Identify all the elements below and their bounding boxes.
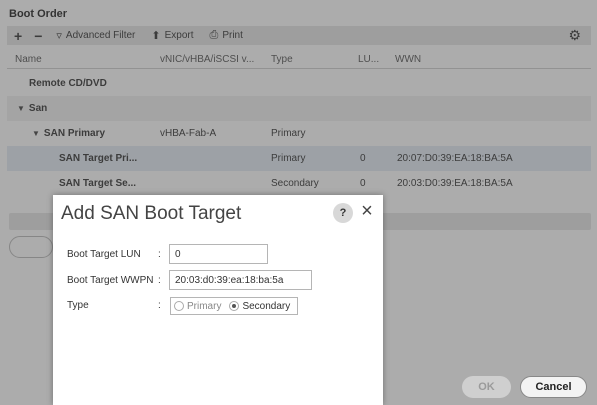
radio-label: Secondary bbox=[242, 300, 291, 312]
radio-selected-icon bbox=[229, 301, 240, 311]
add-san-boot-target-dialog: Add SAN Boot Target ? × Boot Target LUN … bbox=[53, 195, 383, 405]
help-icon[interactable]: ? bbox=[333, 203, 353, 223]
close-icon[interactable]: × bbox=[357, 200, 377, 222]
boot-target-wwpn-input[interactable] bbox=[169, 270, 312, 290]
colon: : bbox=[158, 275, 161, 286]
dialog-title: Add SAN Boot Target bbox=[61, 203, 242, 224]
ok-button[interactable]: OK bbox=[462, 376, 511, 398]
colon: : bbox=[158, 249, 161, 260]
radio-circle-icon bbox=[174, 301, 184, 311]
boot-target-wwpn-label: Boot Target WWPN bbox=[67, 275, 154, 286]
type-radio-primary[interactable]: Primary bbox=[174, 301, 221, 312]
type-radio-group: Primary Secondary bbox=[170, 297, 298, 315]
boot-target-lun-label: Boot Target LUN bbox=[67, 249, 141, 260]
radio-label: Primary bbox=[187, 300, 222, 312]
cancel-button[interactable]: Cancel bbox=[520, 376, 587, 398]
type-radio-secondary[interactable]: Secondary bbox=[229, 301, 290, 312]
boot-target-lun-input[interactable] bbox=[169, 244, 268, 264]
colon: : bbox=[158, 300, 161, 311]
type-label: Type bbox=[67, 300, 89, 311]
